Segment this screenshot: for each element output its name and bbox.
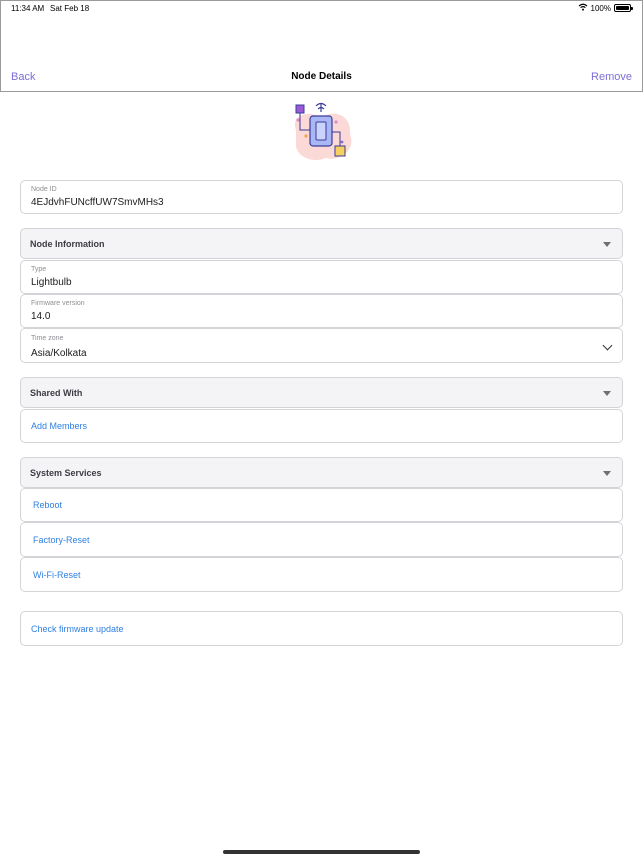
add-members-label: Add Members xyxy=(31,421,88,431)
home-indicator xyxy=(223,850,420,854)
time-zone-select[interactable]: Time zone Asia/Kolkata xyxy=(20,328,623,363)
factory-reset-button[interactable]: Factory-Reset xyxy=(20,522,623,557)
wifi-reset-label: Wi-Fi-Reset xyxy=(33,570,81,580)
type-field: Type Lightbulb xyxy=(20,260,623,294)
node-id-label: Node ID xyxy=(31,186,57,193)
type-value: Lightbulb xyxy=(31,277,72,288)
wifi-reset-button[interactable]: Wi-Fi-Reset xyxy=(20,557,623,592)
chevron-down-icon xyxy=(602,340,613,351)
node-id-card: Node ID 4EJdvhFUNcffUW7SmvMHs3 xyxy=(20,180,623,214)
remove-button[interactable]: Remove xyxy=(591,71,632,83)
navigation-bar: Back Node Details Remove xyxy=(0,0,643,92)
node-id-value: 4EJdvhFUNcffUW7SmvMHs3 xyxy=(31,197,164,208)
system-services-header[interactable]: System Services xyxy=(20,457,623,488)
node-information-header[interactable]: Node Information xyxy=(20,228,623,259)
shared-with-header[interactable]: Shared With xyxy=(20,377,623,408)
node-illustration xyxy=(286,100,358,164)
check-firmware-update-label: Check firmware update xyxy=(31,624,124,634)
node-information-title: Node Information xyxy=(30,239,105,249)
time-zone-label: Time zone xyxy=(31,335,64,342)
firmware-version-label: Firmware version xyxy=(31,300,85,307)
shared-with-title: Shared With xyxy=(30,388,83,398)
page-title: Node Details xyxy=(291,71,352,82)
type-label: Type xyxy=(31,266,47,273)
check-firmware-update-button[interactable]: Check firmware update xyxy=(20,611,623,646)
caret-down-icon xyxy=(603,391,611,396)
time-zone-value: Asia/Kolkata xyxy=(31,348,87,359)
reboot-label: Reboot xyxy=(33,500,63,510)
add-members-button[interactable]: Add Members xyxy=(20,409,623,443)
reboot-button[interactable]: Reboot xyxy=(20,488,623,522)
firmware-version-value: 14.0 xyxy=(31,311,51,322)
caret-down-icon xyxy=(603,471,611,476)
caret-down-icon xyxy=(603,242,611,247)
firmware-version-field: Firmware version 14.0 xyxy=(20,294,623,328)
factory-reset-label: Factory-Reset xyxy=(33,535,90,545)
system-services-title: System Services xyxy=(30,468,102,478)
